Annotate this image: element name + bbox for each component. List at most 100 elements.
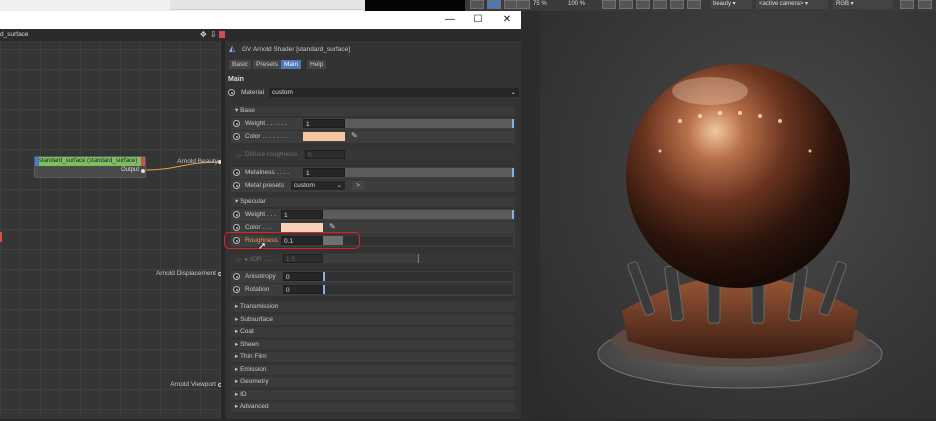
standard-surface-node[interactable]: standard_surface (standard_surface) Outp… xyxy=(34,156,146,178)
toolbar-icon-b[interactable] xyxy=(619,0,633,9)
shader-title: GV Arnold Shader [standard_surface] xyxy=(242,46,351,53)
base-weight-radio[interactable] xyxy=(233,120,240,127)
metal-presets-dropdown[interactable]: custom ⌄ xyxy=(291,181,345,190)
specular-color-label: Color . . . xyxy=(245,224,272,231)
specular-roughness-slider-track[interactable] xyxy=(343,236,513,245)
base-color-radio[interactable] xyxy=(233,133,240,140)
rotation-radio[interactable] xyxy=(233,286,240,293)
chevron-down-icon: ⌄ xyxy=(336,182,342,189)
specular-color-radio[interactable] xyxy=(233,224,240,231)
specular-ior-row: ◇ ▸ IOR . . . . . 1.5 xyxy=(231,253,515,265)
base-color-label: Color . . . . . . . xyxy=(245,133,286,140)
specular-weight-slider[interactable] xyxy=(323,210,513,219)
settings-icon[interactable] xyxy=(900,0,914,9)
metalness-radio[interactable] xyxy=(233,169,240,176)
eyedropper-icon[interactable]: ✎ xyxy=(329,222,336,231)
node-output-label: Output xyxy=(120,167,139,173)
toolbar-icon-d[interactable] xyxy=(653,0,667,9)
zoom-level-1[interactable]: 75 % xyxy=(533,0,547,9)
section-thin-film[interactable]: ▸ Thin Film xyxy=(231,352,515,362)
minimize-button[interactable]: — xyxy=(436,11,464,29)
tab-help[interactable]: Help xyxy=(307,60,327,69)
render-region-icon[interactable] xyxy=(470,0,484,9)
window-titlebar: — ☐ ✕ xyxy=(0,11,521,29)
section-specular[interactable]: ▾ Specular xyxy=(231,197,515,207)
stop-icon[interactable] xyxy=(516,0,530,9)
download-icon[interactable]: ⇩ xyxy=(210,30,217,39)
zoom-level-2[interactable]: 100 % xyxy=(568,0,585,9)
section-id[interactable]: ▸ ID xyxy=(231,390,515,400)
section-advanced[interactable]: ▸ Advanced xyxy=(231,402,515,412)
node-title: standard_surface (standard_surface) xyxy=(39,158,138,164)
metalness-slider[interactable] xyxy=(345,168,513,177)
base-weight-slider[interactable] xyxy=(345,119,513,128)
camera-dropdown[interactable]: <active camera> ▾ xyxy=(756,0,828,9)
extra-icon[interactable] xyxy=(918,0,932,9)
diffuse-roughness-lock-icon: ◇ xyxy=(236,152,241,159)
viewport-gutter xyxy=(521,11,540,419)
material-dropdown[interactable]: custom ⌄ xyxy=(269,88,519,97)
section-geometry[interactable]: ▸ Geometry xyxy=(231,377,515,387)
render-view[interactable] xyxy=(540,11,936,419)
specular-color-swatch[interactable] xyxy=(281,223,323,232)
toolbar-icon-e[interactable] xyxy=(670,0,684,9)
window-strip-tab xyxy=(170,0,365,10)
tab-main[interactable]: Main xyxy=(281,60,302,69)
top-toolbar: 75 % 100 % beauty ▾ <active camera> ▾ RG… xyxy=(0,0,936,11)
base-weight-row: Weight . . . . . . 1 xyxy=(231,118,515,130)
base-weight-slider-end xyxy=(512,119,514,128)
anisotropy-slider-track[interactable] xyxy=(325,272,513,281)
tab-basic[interactable]: Basic xyxy=(229,60,251,69)
material-animate-radio[interactable] xyxy=(228,89,235,96)
section-sheen[interactable]: ▸ Sheen xyxy=(231,340,515,350)
specular-ior-input: 1.5 xyxy=(283,254,323,263)
ior-lock-icon: ◇ xyxy=(236,256,241,263)
move-icon[interactable]: ✥ xyxy=(200,30,207,39)
node-editor-title: d_surface xyxy=(0,31,29,38)
specular-weight-input[interactable]: 1 xyxy=(281,210,323,219)
arnold-shader-icon: ◭ xyxy=(229,44,236,53)
metal-presets-apply-button[interactable]: > xyxy=(352,181,364,190)
metal-presets-label: Metal presets xyxy=(245,182,285,189)
section-transmission[interactable]: ▸ Transmission xyxy=(231,302,515,312)
arnold-viewport-label: Arnold Viewport xyxy=(170,381,216,388)
rotation-input[interactable]: 0 xyxy=(283,285,323,294)
base-weight-input[interactable]: 1 xyxy=(303,119,345,128)
toolbar-icon-f[interactable] xyxy=(687,0,701,9)
node-editor[interactable]: d_surface ✥ ⇩ standard_surface (standard… xyxy=(0,29,225,419)
node-title-bar: standard_surface (standard_surface) xyxy=(35,157,145,166)
section-coat[interactable]: ▸ Coat xyxy=(231,327,515,337)
color-space-dropdown[interactable]: RGB ▾ xyxy=(833,0,893,9)
close-button[interactable]: ✕ xyxy=(493,11,521,29)
specular-ior-slider xyxy=(323,254,419,263)
section-main-title: Main xyxy=(228,76,244,83)
rotation-label: Rotation xyxy=(245,286,270,293)
eyedropper-icon[interactable]: ✎ xyxy=(351,131,358,140)
mouse-cursor-icon: ➚ xyxy=(258,241,267,252)
display-pass-dropdown[interactable]: beauty ▾ xyxy=(710,0,752,9)
chevron-down-icon: ⌄ xyxy=(510,89,516,96)
metal-presets-radio[interactable] xyxy=(233,182,240,189)
section-base[interactable]: ▾ Base xyxy=(231,106,515,116)
arnold-displacement-label: Arnold Displacement xyxy=(156,270,216,277)
anisotropy-radio[interactable] xyxy=(233,273,240,280)
tab-presets[interactable]: Presets xyxy=(253,60,282,69)
specular-weight-slider-end xyxy=(512,210,514,219)
specular-weight-radio[interactable] xyxy=(233,211,240,218)
toolbar-icon-a[interactable] xyxy=(602,0,616,9)
maximize-button[interactable]: ☐ xyxy=(464,11,492,29)
base-color-swatch[interactable] xyxy=(303,132,345,141)
node-editor-header: d_surface ✥ ⇩ xyxy=(0,29,225,41)
section-emission[interactable]: ▸ Emission xyxy=(231,365,515,375)
specular-ior-label: ▸ IOR . . . . . xyxy=(245,256,280,263)
metalness-input[interactable]: 1 xyxy=(303,168,345,177)
section-subsurface[interactable]: ▸ Subsurface xyxy=(231,315,515,325)
rotation-slider-track[interactable] xyxy=(325,285,513,294)
node-color-icon xyxy=(219,31,225,38)
anisotropy-input[interactable]: 0 xyxy=(283,272,323,281)
toolbar-icon-c[interactable] xyxy=(636,0,650,9)
rotation-row: Rotation 0 xyxy=(231,284,515,296)
specular-ior-slider-end xyxy=(418,254,419,263)
render-active-icon[interactable] xyxy=(487,0,501,9)
dark-strip xyxy=(365,0,465,11)
